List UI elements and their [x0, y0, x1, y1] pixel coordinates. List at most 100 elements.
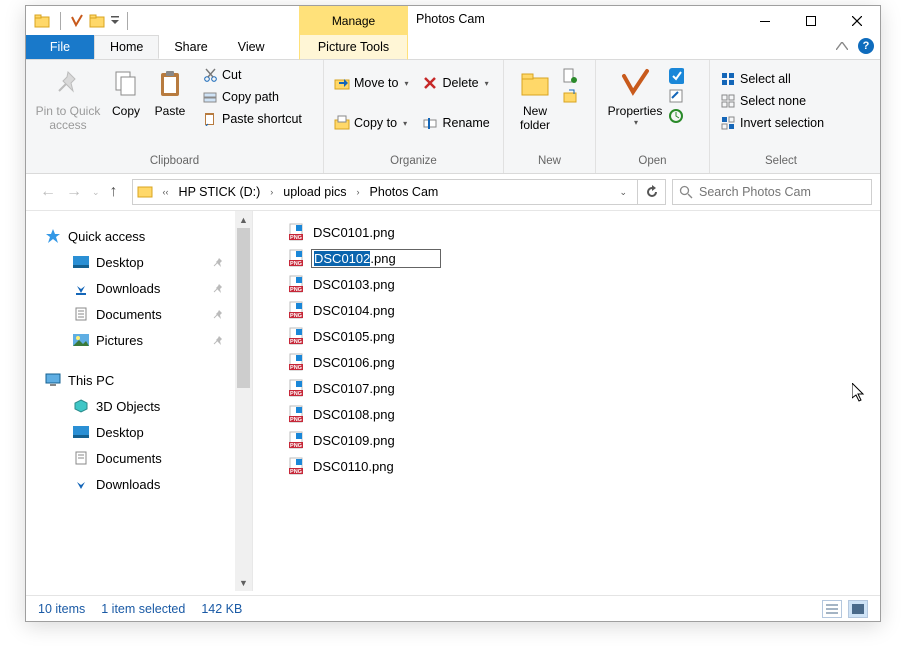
tab-home[interactable]: Home	[94, 35, 159, 59]
breadcrumb-seg2[interactable]: upload pics	[279, 185, 350, 199]
paste-button[interactable]: Paste	[148, 64, 192, 118]
help-icon[interactable]: ?	[858, 38, 874, 54]
easy-access-icon[interactable]	[562, 88, 578, 104]
back-button[interactable]: ←	[40, 183, 56, 201]
titlebar: Manage Photos Cam	[26, 6, 880, 35]
group-open: Properties ▾ Open	[596, 60, 710, 173]
window-controls	[742, 6, 880, 35]
sidebar-desktop[interactable]: Desktop	[38, 249, 252, 275]
ribbon: Pin to Quick access Copy Paste	[26, 60, 880, 174]
file-name: DSC0109.png	[311, 432, 397, 449]
select-none-button[interactable]: Select none	[716, 90, 828, 112]
paste-shortcut-icon	[202, 111, 218, 127]
folder-icon	[34, 13, 50, 29]
sidebar-documents2[interactable]: Documents	[38, 445, 252, 471]
chevron-right-icon[interactable]: ›	[264, 187, 279, 197]
cut-button[interactable]: Cut	[198, 64, 306, 86]
tab-view[interactable]: View	[223, 35, 280, 59]
maximize-button[interactable]	[788, 6, 834, 35]
invert-selection-button[interactable]: Invert selection	[716, 112, 828, 134]
chevron-left-icon[interactable]: ‹‹	[157, 187, 175, 197]
file-row[interactable]: PNGDSC0102.png	[287, 245, 880, 271]
window-title: Photos Cam	[416, 12, 485, 26]
minimize-button[interactable]	[742, 6, 788, 35]
paste-shortcut-label: Paste shortcut	[222, 112, 302, 126]
quick-access-label: Quick access	[68, 229, 145, 244]
contextual-tab-manage[interactable]: Manage	[299, 6, 408, 35]
select-all-button[interactable]: Select all	[716, 68, 828, 90]
sidebar-desktop-label: Desktop	[96, 255, 144, 270]
sidebar-desktop2[interactable]: Desktop	[38, 419, 252, 445]
history-icon[interactable]	[668, 108, 684, 124]
file-row[interactable]: PNGDSC0104.png	[287, 297, 880, 323]
copy-path-button[interactable]: Copy path	[198, 86, 306, 108]
file-row[interactable]: PNGDSC0103.png	[287, 271, 880, 297]
sidebar-scrollbar[interactable]: ▲ ▼	[235, 211, 252, 591]
png-file-icon: PNG	[287, 405, 305, 423]
copy-button[interactable]: Copy	[104, 64, 148, 118]
new-item-icon[interactable]	[562, 68, 578, 84]
tab-file[interactable]: File	[26, 35, 94, 59]
delete-button[interactable]: Delete ▾	[418, 72, 493, 94]
rename-label: Rename	[442, 116, 489, 130]
chevron-right-icon[interactable]: ›	[351, 187, 366, 197]
search-box[interactable]	[672, 179, 872, 205]
scroll-thumb[interactable]	[237, 228, 250, 388]
this-pc-label: This PC	[68, 373, 114, 388]
download-icon	[72, 475, 90, 493]
thumbnails-view-button[interactable]	[848, 600, 868, 618]
new-folder-qat-icon[interactable]	[89, 13, 105, 29]
group-organize-label: Organize	[324, 155, 503, 173]
sidebar-downloads[interactable]: Downloads	[38, 275, 252, 301]
search-input[interactable]	[699, 185, 865, 199]
properties-button[interactable]: Properties ▾	[602, 64, 668, 128]
sidebar-documents[interactable]: Documents	[38, 301, 252, 327]
open-icon[interactable]	[668, 68, 684, 84]
forward-button[interactable]: →	[66, 183, 82, 201]
file-row[interactable]: PNGDSC0106.png	[287, 349, 880, 375]
quick-access-node[interactable]: Quick access	[38, 223, 252, 249]
breadcrumb-seg3[interactable]: Photos Cam	[366, 185, 443, 199]
group-open-label: Open	[596, 155, 709, 173]
file-row[interactable]: PNGDSC0110.png	[287, 453, 880, 479]
edit-icon[interactable]	[668, 88, 684, 104]
breadcrumb-dropdown-icon[interactable]: ⌄	[609, 187, 637, 198]
file-row[interactable]: PNGDSC0101.png	[287, 219, 880, 245]
properties-label: Properties	[608, 104, 663, 118]
scroll-down-icon[interactable]: ▼	[235, 574, 252, 591]
sidebar-3d-objects[interactable]: 3D Objects	[38, 393, 252, 419]
file-name: DSC0101.png	[311, 224, 397, 241]
qat-customize-icon[interactable]	[111, 16, 121, 26]
move-to-button[interactable]: Move to ▾	[330, 72, 412, 94]
sidebar-pictures[interactable]: Pictures	[38, 327, 252, 353]
breadcrumb[interactable]: ‹‹ HP STICK (D:) › upload pics › Photos …	[132, 179, 666, 205]
close-button[interactable]	[834, 6, 880, 35]
pin-to-quick-access-button[interactable]: Pin to Quick access	[32, 64, 104, 133]
scroll-up-icon[interactable]: ▲	[235, 211, 252, 228]
tab-share[interactable]: Share	[159, 35, 222, 59]
paste-shortcut-button[interactable]: Paste shortcut	[198, 108, 306, 130]
recent-dropdown-icon[interactable]: ⌄	[92, 187, 100, 198]
file-row[interactable]: PNGDSC0107.png	[287, 375, 880, 401]
properties-qat-icon[interactable]	[69, 13, 85, 29]
collapse-ribbon-icon[interactable]	[836, 42, 848, 50]
sidebar-downloads2[interactable]: Downloads	[38, 471, 252, 497]
rename-button[interactable]: Rename	[418, 112, 493, 134]
tab-picture-tools[interactable]: Picture Tools	[299, 35, 408, 60]
this-pc-node[interactable]: This PC	[38, 367, 252, 393]
new-folder-button[interactable]: New folder	[510, 64, 560, 133]
move-to-label: Move to	[354, 76, 398, 90]
refresh-button[interactable]	[637, 180, 665, 204]
file-list[interactable]: PNGDSC0101.pngPNGDSC0102.pngPNGDSC0103.p…	[253, 211, 880, 591]
breadcrumb-seg1[interactable]: HP STICK (D:)	[175, 185, 265, 199]
pin-label: Pin to Quick access	[32, 104, 104, 133]
up-button[interactable]: ↑	[110, 183, 118, 201]
file-row[interactable]: PNGDSC0105.png	[287, 323, 880, 349]
file-rename-input[interactable]: DSC0102.png	[311, 249, 441, 268]
file-row[interactable]: PNGDSC0109.png	[287, 427, 880, 453]
group-clipboard: Pin to Quick access Copy Paste	[26, 60, 324, 173]
file-row[interactable]: PNGDSC0108.png	[287, 401, 880, 427]
new-folder-label: New folder	[510, 104, 560, 133]
details-view-button[interactable]	[822, 600, 842, 618]
copy-to-button[interactable]: Copy to ▾	[330, 112, 412, 134]
